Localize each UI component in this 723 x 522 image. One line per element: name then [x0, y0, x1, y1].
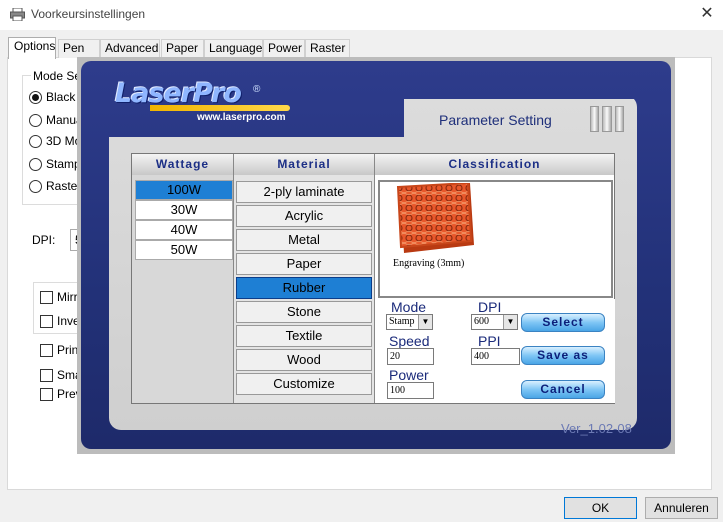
- tab-language[interactable]: Language: [204, 39, 263, 58]
- tab-pen[interactable]: Pen: [58, 39, 100, 58]
- window-title: Voorkeursinstellingen: [31, 7, 146, 21]
- laserpro-url: www.laserpro.com: [197, 112, 286, 123]
- tab-paper[interactable]: Paper: [161, 39, 204, 58]
- annuleren-button[interactable]: Annuleren: [645, 497, 718, 519]
- checkbox-icon[interactable]: [40, 314, 53, 328]
- speed-label: Speed: [389, 333, 430, 349]
- radio-icon[interactable]: [29, 113, 42, 127]
- wattage-item-100w[interactable]: 100W: [135, 180, 233, 200]
- mode-select-value: Stamp: [389, 316, 415, 327]
- power-label: Power: [389, 367, 429, 383]
- radio-icon[interactable]: [29, 179, 42, 193]
- smart-checkbox[interactable]: Sma: [40, 367, 82, 383]
- parameter-setting-title: Parameter Setting: [439, 112, 552, 128]
- classification-caption: Engraving (3mm): [393, 258, 465, 269]
- material-item-stone[interactable]: Stone: [236, 301, 372, 323]
- material-item-metal[interactable]: Metal: [236, 229, 372, 251]
- ppi-label: PPI: [478, 333, 501, 349]
- mode-label: Mode: [391, 299, 427, 315]
- material-item-paper[interactable]: Paper: [236, 253, 372, 275]
- material-item-acrylic[interactable]: Acrylic: [236, 205, 372, 227]
- grip-icon: [590, 106, 624, 132]
- preview-checkbox[interactable]: Prev: [40, 386, 82, 402]
- checkbox-icon[interactable]: [40, 290, 53, 304]
- chevron-down-icon[interactable]: ▼: [418, 315, 432, 329]
- radio-checked-icon[interactable]: [29, 90, 42, 104]
- speed-input[interactable]: 20: [387, 348, 434, 365]
- invert-checkbox[interactable]: Inve: [40, 313, 80, 329]
- tab-raster[interactable]: Raster: [305, 39, 350, 58]
- tab-power[interactable]: Power: [263, 39, 305, 58]
- dpi-label: DPI: [478, 299, 502, 315]
- mode-radio-label: Stamp: [46, 157, 81, 171]
- wattage-item-40w[interactable]: 40W: [135, 220, 233, 240]
- radio-icon[interactable]: [29, 134, 42, 148]
- tab-advanced[interactable]: Advanced: [100, 39, 160, 58]
- dpi-select-value: 600: [474, 316, 489, 327]
- window-title-bar: Voorkeursinstellingen ✕: [0, 0, 723, 30]
- ok-button[interactable]: OK: [564, 497, 637, 519]
- material-item-customize[interactable]: Customize: [236, 373, 372, 395]
- printer-icon: [10, 8, 25, 21]
- material-item-2ply[interactable]: 2-ply laminate: [236, 181, 372, 203]
- tab-options[interactable]: Options: [8, 37, 56, 59]
- logo-swoosh: [150, 105, 290, 111]
- mode-radio-raster[interactable]: Raster: [29, 178, 81, 194]
- mode-radio-manual[interactable]: Manua: [29, 112, 83, 128]
- material-header: Material: [234, 154, 375, 175]
- version-label: Ver_1.02-08: [561, 421, 632, 436]
- save-as-button[interactable]: Save as: [521, 346, 605, 365]
- ppi-input[interactable]: 400: [471, 348, 520, 365]
- mode-radio-3d[interactable]: 3D Mo: [29, 133, 81, 149]
- material-item-textile[interactable]: Textile: [236, 325, 372, 347]
- material-item-wood[interactable]: Wood: [236, 349, 372, 371]
- checkbox-icon[interactable]: [40, 387, 53, 401]
- power-input[interactable]: 100: [387, 382, 434, 399]
- radio-icon[interactable]: [29, 157, 42, 171]
- checkbox-icon[interactable]: [40, 368, 53, 382]
- material-item-rubber[interactable]: Rubber: [236, 277, 372, 299]
- dpi-select[interactable]: 600 ▼: [471, 314, 518, 330]
- select-button[interactable]: Select: [521, 313, 605, 332]
- classification-header: Classification: [375, 154, 614, 175]
- wattage-item-30w[interactable]: 30W: [135, 200, 233, 220]
- wattage-header: Wattage: [132, 154, 234, 175]
- print-checkbox[interactable]: Print: [40, 342, 82, 358]
- dpi-label: DPI:: [32, 233, 56, 247]
- checkbox-icon[interactable]: [40, 343, 53, 357]
- cancel-button[interactable]: Cancel: [521, 380, 605, 399]
- registered-mark: ®: [253, 84, 261, 95]
- mode-select[interactable]: Stamp ▼: [386, 314, 433, 330]
- rubber-stamp-image[interactable]: [394, 183, 477, 253]
- mode-radio-stamp[interactable]: Stamp: [29, 156, 81, 172]
- close-icon[interactable]: ✕: [695, 3, 719, 25]
- wattage-item-50w[interactable]: 50W: [135, 240, 233, 260]
- chevron-down-icon[interactable]: ▼: [503, 315, 517, 329]
